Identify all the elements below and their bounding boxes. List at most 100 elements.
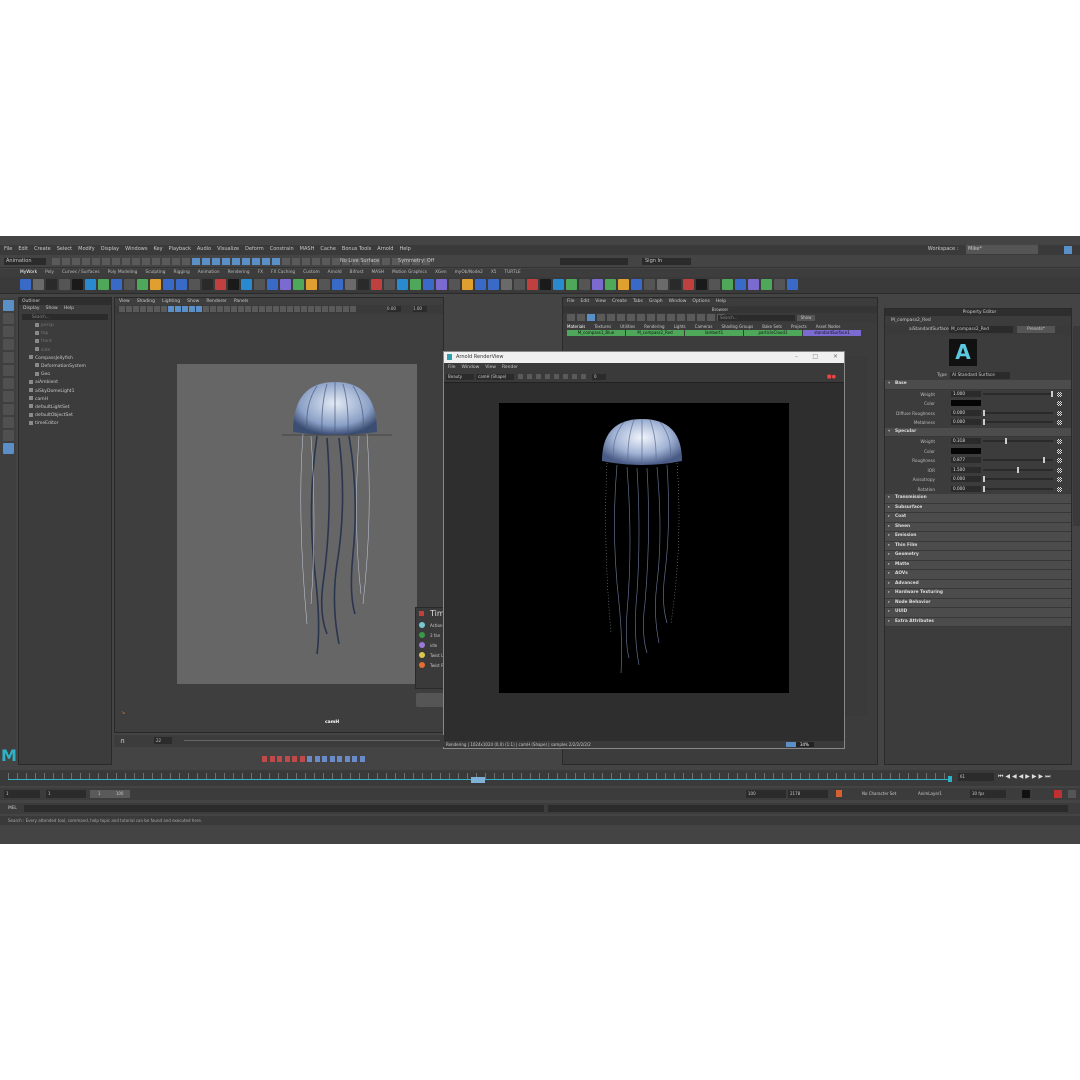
status-tool-icon[interactable]: [192, 258, 200, 265]
shelf-tool-icon[interactable]: [72, 279, 83, 290]
viewport-tool-icon[interactable]: [343, 306, 349, 312]
shelf-tab-mash[interactable]: MASH: [371, 269, 384, 277]
hypershade-tool-icon[interactable]: [667, 314, 675, 321]
node-name-field[interactable]: M_compass2_Red: [949, 326, 1013, 333]
aov-dropdown[interactable]: Beauty: [446, 374, 474, 380]
attr-slider[interactable]: [983, 390, 1053, 397]
shelf-tool-icon[interactable]: [657, 279, 668, 290]
viewport-tool-icon[interactable]: [119, 306, 125, 312]
material-standardsurface1[interactable]: standardSurface1: [803, 330, 861, 336]
attr-slider[interactable]: [983, 409, 1053, 416]
hypershade-menu-graph[interactable]: Graph: [649, 299, 663, 304]
menu-create[interactable]: Create: [34, 245, 51, 254]
range-handle[interactable]: 1 100: [90, 790, 130, 798]
hypershade-tool-icon[interactable]: [637, 314, 645, 321]
shelf-tool-icon[interactable]: [293, 279, 304, 290]
viewport-tool-icon[interactable]: [210, 306, 216, 312]
status-tool-icon[interactable]: [92, 258, 100, 265]
renderview-menu-view[interactable]: View: [485, 365, 496, 370]
section-transmission[interactable]: Transmission: [885, 494, 1071, 504]
shelf-tool-icon[interactable]: [306, 279, 317, 290]
outliner-item-side[interactable]: side: [19, 347, 111, 355]
menuset-dropdown[interactable]: Animation: [4, 258, 46, 265]
toolbox-toggle-icon[interactable]: [1064, 246, 1072, 254]
anim-tool-icon[interactable]: [314, 756, 320, 762]
attr-slider[interactable]: [983, 476, 1053, 482]
hypershade-tool-icon[interactable]: [677, 314, 685, 321]
viewport-tool-icon[interactable]: [315, 306, 321, 312]
status-tool-icon[interactable]: [252, 258, 260, 265]
hypershade-tool-icon[interactable]: [607, 314, 615, 321]
status-tool-icon[interactable]: [122, 258, 130, 265]
shelf-tool-icon[interactable]: [345, 279, 356, 290]
presets-button[interactable]: Presets*: [1017, 326, 1055, 333]
anim-tool-icon[interactable]: [269, 756, 275, 762]
shelf-tab-curves-surfaces[interactable]: Curves / Surfaces: [62, 269, 100, 277]
character-set-dropdown[interactable]: No Character Set: [862, 791, 896, 796]
tool-icon[interactable]: [2, 300, 14, 311]
hypershade-search[interactable]: Search...: [718, 315, 795, 321]
hypershade-tool-icon[interactable]: [647, 314, 655, 321]
anim-tool-icon[interactable]: [262, 756, 267, 762]
shelf-tab-poly[interactable]: Poly: [45, 269, 54, 277]
fps-dropdown[interactable]: 30 fps: [970, 790, 1006, 798]
minimize-icon[interactable]: –: [795, 353, 798, 360]
viewport-tool-icon[interactable]: [140, 306, 146, 312]
attr-value-field[interactable]: 1.500: [951, 466, 981, 473]
status-tool-icon[interactable]: [82, 258, 90, 265]
status-tool-icon[interactable]: [332, 258, 340, 265]
viewport-tool-icon[interactable]: [231, 306, 237, 312]
tool-icon[interactable]: [2, 430, 14, 441]
playback-start-field[interactable]: 1: [46, 790, 86, 798]
shelf-tool-icon[interactable]: [319, 279, 330, 290]
menu-audio[interactable]: Audio: [197, 245, 211, 254]
renderview-menu-render[interactable]: Render: [502, 365, 518, 370]
outliner-item-aiambient[interactable]: aiAmbient: [19, 379, 111, 387]
outliner-item-geo[interactable]: Geo: [19, 371, 111, 379]
slider-knob[interactable]: [983, 476, 985, 482]
anim-start-field[interactable]: 1: [4, 790, 40, 798]
maximize-icon[interactable]: □: [812, 353, 818, 360]
renderview-menu-file[interactable]: File: [448, 365, 456, 370]
anim-tool-icon[interactable]: [307, 756, 312, 762]
outliner-item-timeeditor[interactable]: timeEditor: [19, 420, 111, 428]
section-sheen[interactable]: Sheen: [885, 522, 1071, 532]
hypershade-menu-options[interactable]: Options: [692, 299, 709, 304]
shelf-tool-icon[interactable]: [267, 279, 278, 290]
hypershade-tab-lights[interactable]: Lights: [674, 324, 686, 329]
shelf-tab-mywork[interactable]: MyWork: [20, 269, 37, 277]
viewport-tool-icon[interactable]: [196, 306, 202, 312]
status-input-field[interactable]: [560, 258, 628, 265]
shelf-tool-icon[interactable]: [709, 279, 720, 290]
shelf-tool-icon[interactable]: [605, 279, 616, 290]
time-editor-button[interactable]: [416, 693, 444, 707]
menu-deform[interactable]: Deform: [245, 245, 264, 254]
shelf-tool-icon[interactable]: [33, 279, 44, 290]
shelf-tab-sculpting[interactable]: Sculpting: [145, 269, 165, 277]
status-tool-icon[interactable]: [312, 258, 320, 265]
slider-knob[interactable]: [983, 409, 985, 416]
status-tool-icon[interactable]: [172, 258, 180, 265]
status-tool-icon[interactable]: [322, 258, 330, 265]
shelf-tool-icon[interactable]: [163, 279, 174, 290]
live-surface-label[interactable]: No Live Surface: [340, 258, 379, 265]
viewport-tool-icon[interactable]: [266, 306, 272, 312]
outliner-item-persp[interactable]: persp: [19, 322, 111, 330]
renderview-titlebar[interactable]: Arnold RenderView – □ ✕: [444, 352, 844, 363]
render-image[interactable]: [499, 403, 789, 693]
shelf-tool-icon[interactable]: [462, 279, 473, 290]
status-tool-icon[interactable]: [202, 258, 210, 265]
viewport-tool-icon[interactable]: [189, 306, 195, 312]
viewport-tool-icon[interactable]: [322, 306, 328, 312]
section-hardware-texturing[interactable]: Hardware Texturing: [885, 589, 1071, 599]
attr-slider[interactable]: [983, 419, 1053, 425]
menu-key[interactable]: Key: [153, 245, 162, 254]
shelf-tab-custom[interactable]: Custom: [303, 269, 319, 277]
status-tool-icon[interactable]: [262, 258, 270, 265]
status-tool-icon[interactable]: [302, 258, 310, 265]
menu-visualize[interactable]: Visualize: [217, 245, 239, 254]
viewport-tool-icon[interactable]: [273, 306, 279, 312]
shelf-tool-icon[interactable]: [644, 279, 655, 290]
side-tabs[interactable]: [1073, 326, 1080, 526]
shelf-tool-icon[interactable]: [787, 279, 798, 290]
